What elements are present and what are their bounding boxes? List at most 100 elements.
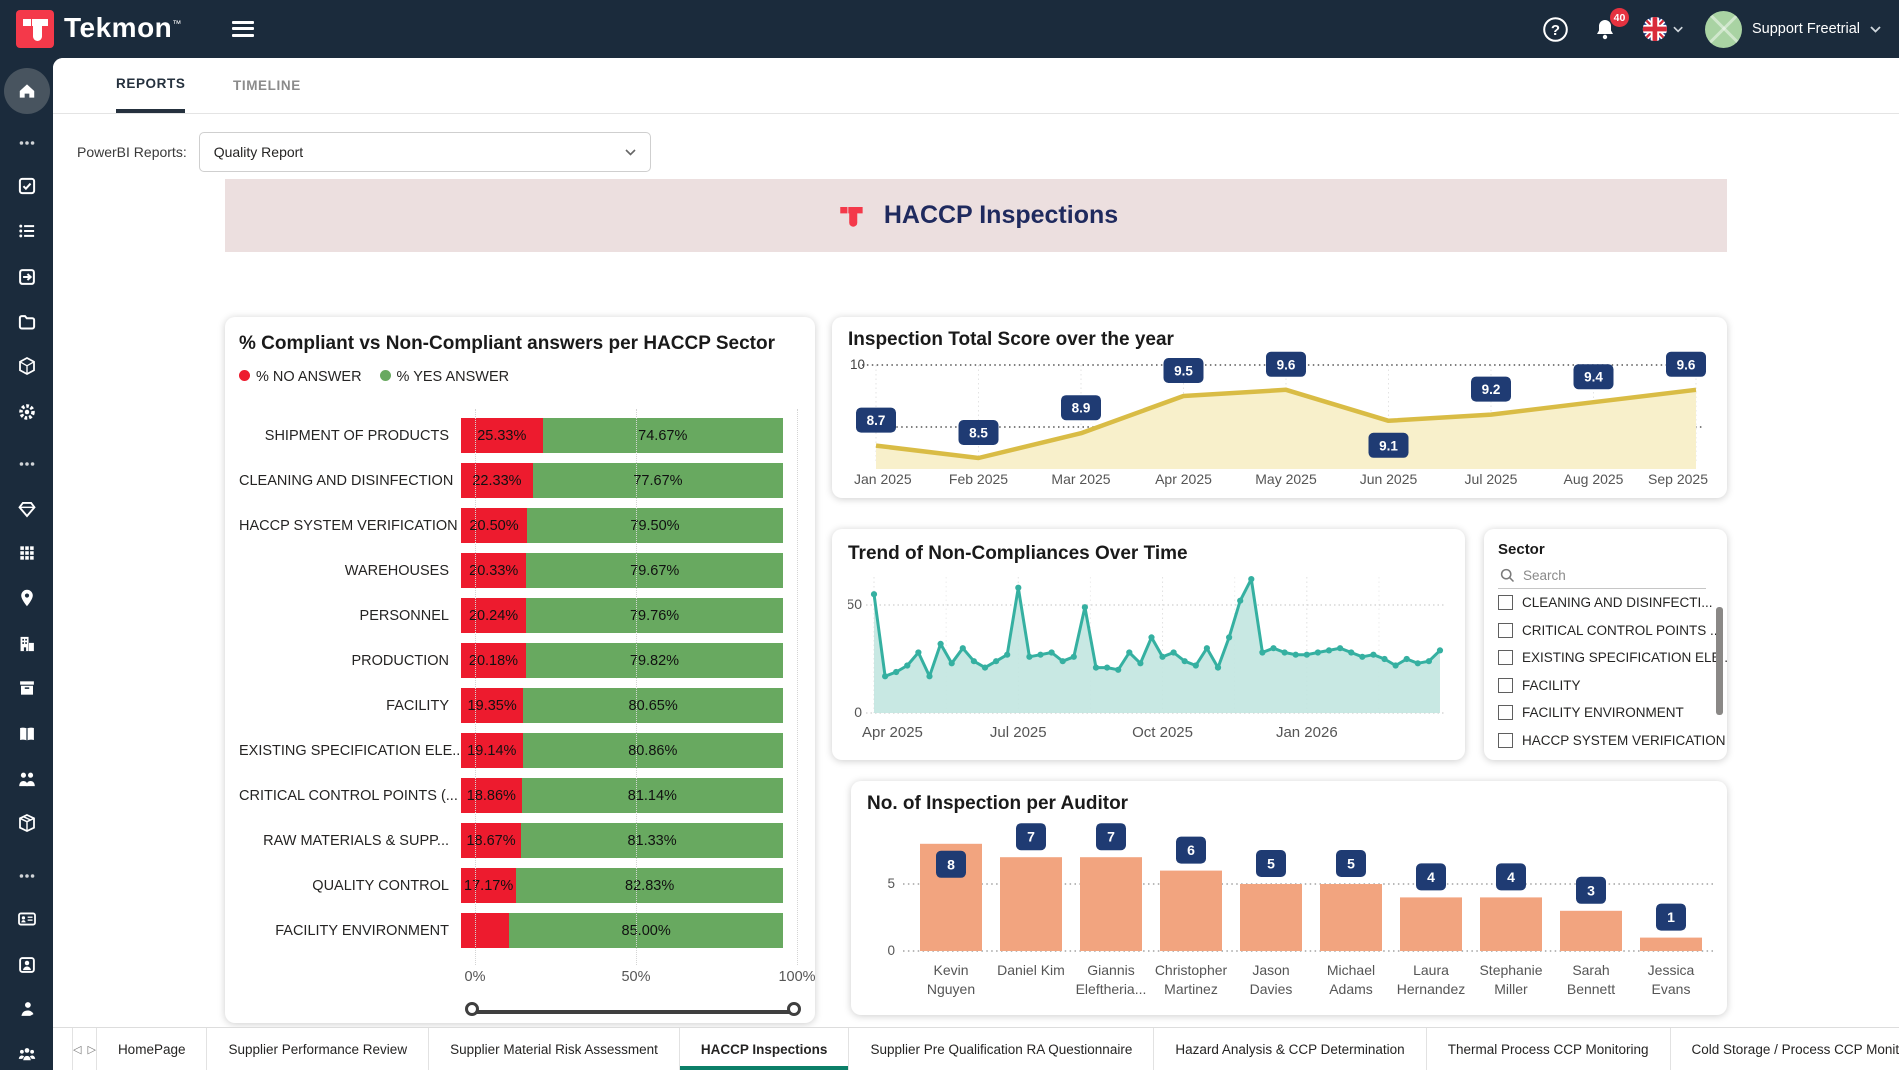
page-tab-prev-icon[interactable]: ◁: [73, 1043, 81, 1056]
auditor-bar[interactable]: [1560, 911, 1622, 951]
page-tab-hazard-analysis-ccp-determination[interactable]: Hazard Analysis & CCP Determination: [1154, 1028, 1426, 1070]
slider-handle-min[interactable]: [465, 1002, 479, 1016]
auditor-bar[interactable]: [1320, 884, 1382, 951]
sidebar-item-book[interactable]: [0, 714, 53, 754]
checkbox[interactable]: [1498, 623, 1513, 638]
sidebar-item-package[interactable]: [0, 803, 53, 843]
compliance-row[interactable]: HACCP SYSTEM VERIFICATION20.50%79.50%: [239, 503, 797, 548]
no-answer-segment[interactable]: 19.14%: [461, 733, 523, 768]
auditor-bar[interactable]: [1400, 897, 1462, 951]
no-answer-segment[interactable]: 17.17%: [461, 868, 516, 903]
sidebar-item-list[interactable]: [0, 211, 53, 251]
compliance-row[interactable]: PERSONNEL20.24%79.76%: [239, 593, 797, 638]
compliance-row[interactable]: FACILITY ENVIRONMENT85.00%: [239, 908, 797, 953]
sidebar-item-gear[interactable]: [0, 392, 53, 432]
no-answer-segment[interactable]: 20.33%: [461, 553, 526, 588]
page-tab-supplier-pre-qualification-ra-questionnaire[interactable]: Supplier Pre Qualification RA Questionna…: [849, 1028, 1154, 1070]
compliance-row[interactable]: SHIPMENT OF PRODUCTS25.33%74.67%: [239, 413, 797, 458]
tekmon-logo-icon[interactable]: [16, 10, 54, 48]
slider-handle-max[interactable]: [787, 1002, 801, 1016]
compliance-row[interactable]: WAREHOUSES20.33%79.67%: [239, 548, 797, 593]
sector-option[interactable]: CLEANING AND DISINFECTI...: [1498, 589, 1727, 617]
auditor-bar[interactable]: [1080, 857, 1142, 951]
tab-timeline[interactable]: TIMELINE: [233, 58, 301, 113]
compliance-bars[interactable]: SHIPMENT OF PRODUCTS25.33%74.67%CLEANING…: [239, 413, 797, 953]
yes-answer-segment[interactable]: 74.67%: [543, 418, 783, 453]
sidebar-item-checklist[interactable]: [0, 166, 53, 206]
yes-answer-segment[interactable]: 79.82%: [526, 643, 783, 678]
compliance-row[interactable]: FACILITY19.35%80.65%: [239, 683, 797, 728]
auditor-bar[interactable]: [1240, 884, 1302, 951]
sidebar-item-cube[interactable]: [0, 346, 53, 386]
sector-search-input[interactable]: [1523, 568, 1683, 583]
auditor-bar[interactable]: [1000, 857, 1062, 951]
compliance-row[interactable]: RAW MATERIALS & SUPP...18.67%81.33%: [239, 818, 797, 863]
sector-option[interactable]: HACCP SYSTEM VERIFICATION: [1498, 727, 1727, 755]
checkbox[interactable]: [1498, 650, 1513, 665]
yes-answer-segment[interactable]: 81.33%: [521, 823, 783, 858]
sidebar-item-person[interactable]: [0, 989, 53, 1029]
yes-answer-segment[interactable]: 79.50%: [527, 508, 783, 543]
page-tab-haccp-inspections[interactable]: HACCP Inspections: [680, 1028, 850, 1070]
trend-area-chart[interactable]: 500Apr 2025Jul 2025Oct 2025Jan 2026: [848, 565, 1453, 745]
yes-answer-segment[interactable]: 85.00%: [509, 913, 783, 948]
no-answer-segment[interactable]: 20.18%: [461, 643, 526, 678]
sector-option[interactable]: FACILITY: [1498, 672, 1727, 700]
no-answer-segment[interactable]: 22.33%: [461, 463, 533, 498]
sector-option[interactable]: CRITICAL CONTROL POINTS ..: [1498, 617, 1727, 645]
checkbox[interactable]: [1498, 595, 1513, 610]
yes-answer-segment[interactable]: 79.67%: [526, 553, 783, 588]
checkbox[interactable]: [1498, 733, 1513, 748]
tab-reports[interactable]: REPORTS: [116, 58, 185, 113]
help-icon[interactable]: ?: [1541, 15, 1569, 43]
compliance-row[interactable]: EXISTING SPECIFICATION ELE...19.14%80.86…: [239, 728, 797, 773]
page-tab-cold-storage-process-ccp-monitoring[interactable]: Cold Storage / Process CCP Monitoring: [1671, 1028, 1899, 1070]
page-tab-thermal-process-ccp-monitoring[interactable]: Thermal Process CCP Monitoring: [1427, 1028, 1671, 1070]
no-answer-segment[interactable]: 18.67%: [461, 823, 521, 858]
sidebar-item-person-badge[interactable]: [0, 945, 53, 985]
no-answer-segment[interactable]: 20.24%: [461, 598, 526, 633]
uk-flag-icon[interactable]: [1641, 15, 1683, 43]
sidebar-item-archive-box[interactable]: [0, 668, 53, 708]
no-answer-segment[interactable]: 20.50%: [461, 508, 527, 543]
sector-option[interactable]: EXISTING SPECIFICATION ELE...: [1498, 644, 1727, 672]
page-tab-next-icon[interactable]: ▷: [87, 1043, 95, 1056]
sector-scrollbar[interactable]: [1716, 607, 1723, 715]
yes-answer-segment[interactable]: 79.76%: [526, 598, 783, 633]
compliance-row[interactable]: PRODUCTION20.18%79.82%: [239, 638, 797, 683]
yes-answer-segment[interactable]: 77.67%: [533, 463, 783, 498]
page-tab-supplier-material-risk-assessment[interactable]: Supplier Material Risk Assessment: [429, 1028, 680, 1070]
sidebar-item-people[interactable]: [0, 759, 53, 799]
yes-answer-segment[interactable]: 81.14%: [522, 778, 783, 813]
sidebar-item-home[interactable]: [0, 71, 53, 111]
page-tab-homepage[interactable]: HomePage: [97, 1028, 208, 1070]
sidebar-item-folder[interactable]: [0, 302, 53, 342]
auditor-bar[interactable]: [1160, 871, 1222, 951]
no-answer-segment[interactable]: [461, 913, 509, 948]
auditor-bar-chart[interactable]: 508KevinNguyen7Daniel Kim7GiannisElefthe…: [867, 815, 1717, 1007]
sidebar-item-export[interactable]: [0, 257, 53, 297]
sidebar-item-id-card[interactable]: [0, 899, 53, 939]
sidebar-item-more[interactable]: [0, 123, 53, 163]
checkbox[interactable]: [1498, 678, 1513, 693]
no-answer-segment[interactable]: 18.86%: [461, 778, 522, 813]
score-line-chart[interactable]: 1098.78.58.99.59.69.19.29.49.6Jan 2025Fe…: [848, 351, 1711, 487]
sidebar-item-building[interactable]: [0, 624, 53, 664]
yes-answer-segment[interactable]: 82.83%: [516, 868, 783, 903]
no-answer-segment[interactable]: 25.33%: [461, 418, 543, 453]
sidebar-item-location-pin[interactable]: [0, 578, 53, 618]
checkbox[interactable]: [1498, 705, 1513, 720]
sidebar-item-team[interactable]: [0, 1034, 53, 1070]
report-select-dropdown[interactable]: Quality Report: [199, 132, 651, 172]
sidebar-item-more[interactable]: [0, 856, 53, 896]
page-tab-supplier-performance-review[interactable]: Supplier Performance Review: [207, 1028, 429, 1070]
compliance-row[interactable]: CLEANING AND DISINFECTION22.33%77.67%: [239, 458, 797, 503]
sector-option[interactable]: FACILITY ENVIRONMENT: [1498, 699, 1727, 727]
sidebar-item-diamond[interactable]: [0, 489, 53, 529]
user-menu[interactable]: Support Freetrial: [1705, 11, 1881, 48]
yes-answer-segment[interactable]: 80.65%: [523, 688, 783, 723]
notifications-bell-icon[interactable]: 40: [1591, 15, 1619, 43]
compliance-row[interactable]: QUALITY CONTROL17.17%82.83%: [239, 863, 797, 908]
no-answer-segment[interactable]: 19.35%: [461, 688, 523, 723]
compliance-row[interactable]: CRITICAL CONTROL POINTS (...18.86%81.14%: [239, 773, 797, 818]
